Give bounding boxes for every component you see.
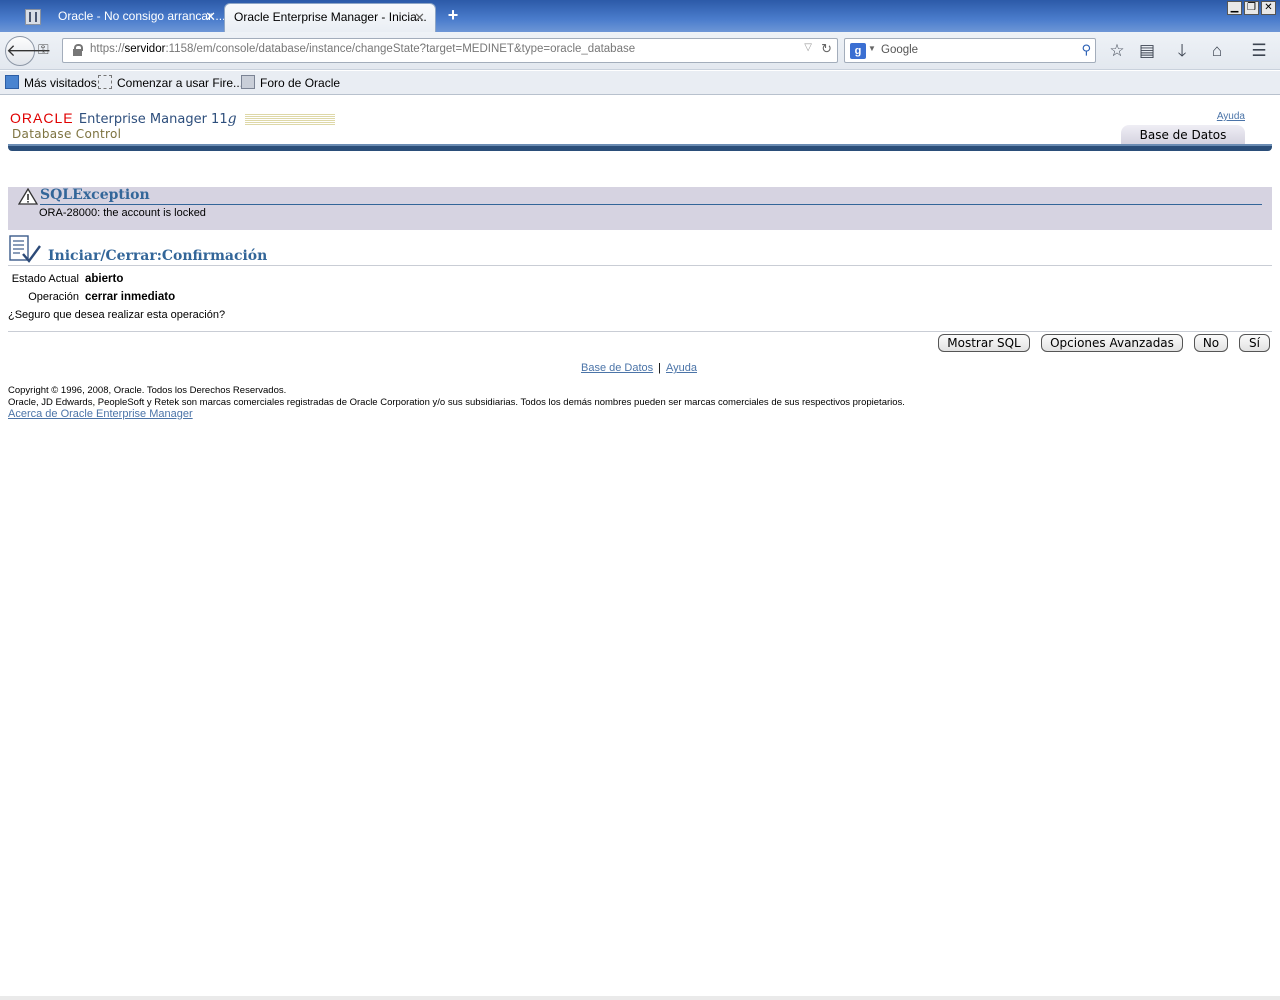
search-bar[interactable]: g ▼ Google ⚲	[844, 38, 1096, 63]
close-tab-icon[interactable]: ✕	[205, 3, 216, 30]
history-dropdown-icon[interactable]: ▽	[804, 42, 812, 53]
copyright-text: Copyright © 1996, 2008, Oracle. Todos lo…	[8, 385, 905, 408]
browser-tab-enterprise-manager[interactable]: Oracle Enterprise Manager - Inicia... ✕	[224, 3, 436, 32]
minimize-window-icon[interactable]: ▁	[1227, 1, 1242, 15]
tab-database[interactable]: Base de Datos	[1121, 125, 1245, 145]
buttons-divider	[8, 331, 1272, 332]
lock-icon	[73, 44, 83, 56]
page-content: ORACLE Enterprise Manager 11g Database C…	[0, 96, 1280, 1000]
oracle-wordmark: ORACLE	[10, 110, 74, 126]
browser-tab-strip: Oracle - No consigo arrancar ... ✕ Oracl…	[0, 0, 1280, 32]
error-message: ORA-28000: the account is locked	[39, 207, 206, 219]
search-input[interactable]: Google	[881, 44, 918, 56]
error-title: SQLException	[40, 187, 150, 203]
current-state-value: abierto	[85, 273, 124, 285]
reload-icon[interactable]: ↻	[821, 41, 832, 57]
advanced-options-button[interactable]: Opciones Avanzadas	[1041, 334, 1183, 352]
oracle-forum-icon	[241, 75, 255, 89]
about-link[interactable]: Acerca de Oracle Enterprise Manager	[8, 408, 193, 420]
logo-stripes	[244, 113, 335, 125]
tab-title: Oracle Enterprise Manager - Inicia...	[234, 10, 427, 24]
show-sql-button[interactable]: Mostrar SQL	[938, 334, 1030, 352]
confirmation-title-divider	[8, 265, 1272, 266]
browser-tab-oracle-forum[interactable]: Oracle - No consigo arrancar ... ✕	[14, 3, 226, 32]
search-magnifier-icon[interactable]: ⚲	[1081, 42, 1091, 58]
google-engine-icon[interactable]: g	[850, 43, 866, 59]
header-help-link[interactable]: Ayuda	[1217, 111, 1245, 122]
current-state-label: Estado Actual	[11, 273, 79, 285]
engine-dropdown-icon[interactable]: ▼	[868, 44, 876, 53]
browser-navigation-bar: 🡐 ⚿ https://servidor:1158/em/console/dat…	[0, 32, 1280, 70]
bookmark-getting-started[interactable]: Comenzar a usar Fire...	[98, 75, 243, 91]
address-bar[interactable]: https://servidor:1158/em/console/databas…	[62, 38, 838, 63]
close-tab-icon[interactable]: ✕	[414, 4, 425, 31]
error-title-underline	[40, 204, 1262, 205]
yes-button[interactable]: Sí	[1239, 334, 1270, 352]
product-subtitle: Database Control	[12, 127, 122, 141]
restore-window-icon[interactable]: ❐	[1244, 1, 1259, 15]
error-message-box: SQLException ORA-28000: the account is l…	[8, 187, 1272, 230]
bookmark-most-visited[interactable]: Más visitados	[5, 75, 97, 91]
no-button[interactable]: No	[1194, 334, 1228, 352]
site-identity-key-icon[interactable]: ⚿	[38, 41, 58, 61]
most-visited-icon	[5, 75, 19, 89]
header-divider-bar	[8, 144, 1272, 151]
back-arrow-icon[interactable]: 🡐	[5, 36, 52, 66]
bookmarks-list-icon[interactable]: ▤	[1134, 38, 1160, 64]
oracle-em-logo: ORACLE Enterprise Manager 11g	[10, 110, 335, 127]
product-version-letter: g	[227, 111, 237, 127]
confirmation-document-check-icon	[9, 235, 41, 263]
operation-label: Operación	[28, 291, 79, 303]
trademark-line: Oracle, JD Edwards, PeopleSoft y Retek s…	[8, 396, 905, 408]
warning-icon	[18, 188, 38, 205]
footer-links: Base de Datos | Ayuda	[581, 362, 697, 374]
bookmark-star-icon[interactable]: ☆	[1104, 38, 1130, 64]
footer-link-database[interactable]: Base de Datos	[581, 362, 653, 374]
operation-value: cerrar inmediato	[85, 291, 176, 303]
footer-link-help[interactable]: Ayuda	[666, 362, 697, 374]
oracle-forum-favicon-icon	[25, 9, 41, 25]
close-window-icon[interactable]: ✕	[1261, 1, 1276, 15]
url-text[interactable]: https://servidor:1158/em/console/databas…	[90, 43, 635, 55]
getting-started-icon	[98, 75, 112, 89]
footer-separator: |	[658, 362, 662, 374]
home-icon[interactable]: ⌂	[1204, 38, 1230, 64]
confirmation-title: Iniciar/Cerrar:Confirmación	[48, 248, 268, 264]
copyright-line: Copyright © 1996, 2008, Oracle. Todos lo…	[8, 385, 287, 396]
menu-hamburger-icon[interactable]: ☰	[1246, 38, 1272, 64]
window-bottom-edge	[0, 996, 1280, 1000]
new-tab-button[interactable]: +	[444, 5, 462, 25]
downloads-arrow-icon[interactable]: 🡓	[1169, 38, 1195, 64]
bookmarks-toolbar: Más visitados Comenzar a usar Fire... Fo…	[0, 71, 1280, 95]
confirmation-question: ¿Seguro que desea realizar esta operació…	[8, 309, 226, 321]
bookmark-oracle-forum[interactable]: Foro de Oracle	[241, 75, 340, 91]
tab-title: Oracle - No consigo arrancar ...	[58, 9, 226, 23]
product-name: Enterprise Manager 11	[78, 112, 228, 127]
